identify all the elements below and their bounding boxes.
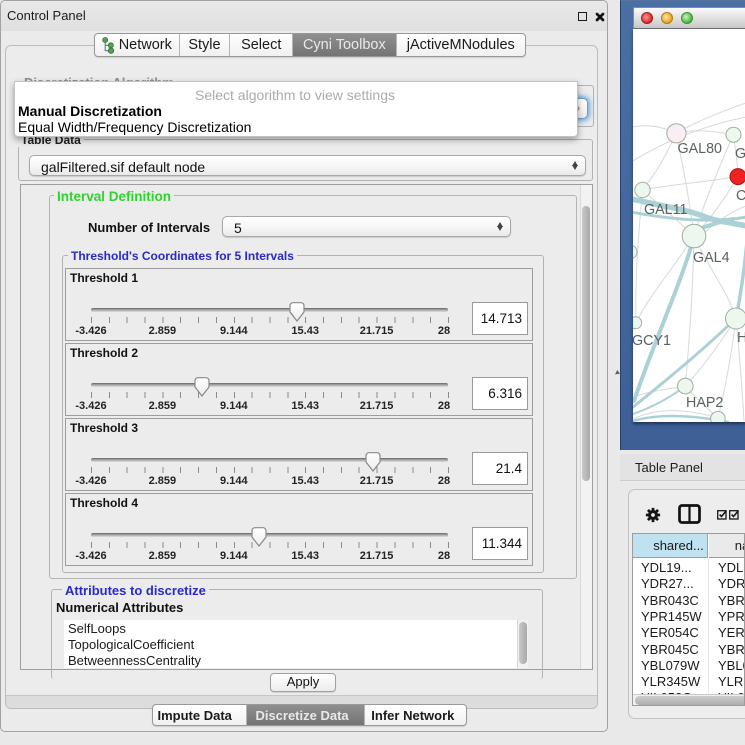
svg-text:GAL4: GAL4 [693,250,730,266]
svg-text:C: C [736,188,745,204]
svg-text:HAP2: HAP2 [686,395,723,411]
svg-text:GAL80: GAL80 [678,141,723,157]
svg-text:G: G [735,146,745,162]
svg-text:GAL11: GAL11 [644,202,687,218]
svg-text:H: H [737,330,745,346]
svg-text:GCY1: GCY1 [633,333,671,349]
